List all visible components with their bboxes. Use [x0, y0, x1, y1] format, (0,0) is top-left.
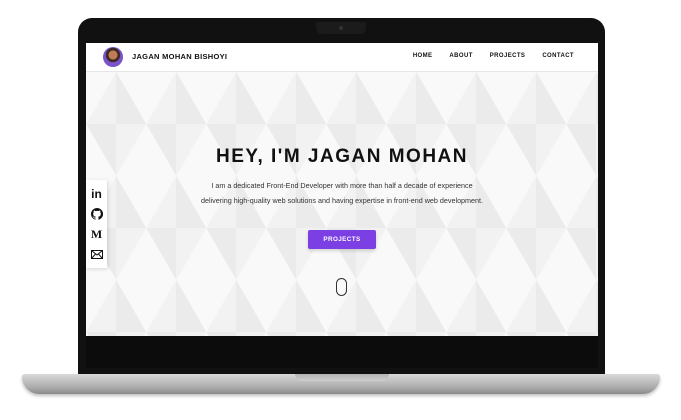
- social-sidebar: in M: [86, 180, 107, 268]
- medium-icon[interactable]: M: [90, 227, 104, 241]
- scroll-down-indicator[interactable]: [336, 278, 347, 296]
- nav-links: HOME ABOUT PROJECTS CONTACT: [413, 53, 574, 59]
- nav-link-about[interactable]: ABOUT: [449, 53, 472, 59]
- nav-link-contact[interactable]: CONTACT: [542, 53, 574, 59]
- avatar[interactable]: [103, 47, 123, 67]
- laptop-base-groove: [295, 374, 389, 381]
- linkedin-icon[interactable]: in: [90, 187, 104, 201]
- screen-bottom-bezel: [86, 336, 598, 368]
- hero-title: HEY, I'M JAGAN MOHAN: [216, 146, 468, 167]
- nav-link-home[interactable]: HOME: [413, 53, 433, 59]
- hero-description-line-1: I am a dedicated Front-End Developer wit…: [211, 181, 473, 190]
- brand-name[interactable]: JAGAN MOHAN BISHOYI: [132, 52, 227, 61]
- nav-link-projects[interactable]: PROJECTS: [490, 53, 526, 59]
- navbar: JAGAN MOHAN BISHOYI HOME ABOUT PROJECTS …: [86, 43, 598, 72]
- camera-icon: [339, 26, 343, 30]
- mail-icon[interactable]: [90, 247, 104, 261]
- hero-description-line-2: delivering high-quality web solutions an…: [200, 196, 484, 205]
- hero-section: HEY, I'M JAGAN MOHAN I am a dedicated Fr…: [86, 72, 598, 336]
- laptop-screen: JAGAN MOHAN BISHOYI HOME ABOUT PROJECTS …: [86, 43, 598, 336]
- projects-button[interactable]: PROJECTS: [308, 230, 376, 249]
- github-icon[interactable]: [90, 207, 104, 221]
